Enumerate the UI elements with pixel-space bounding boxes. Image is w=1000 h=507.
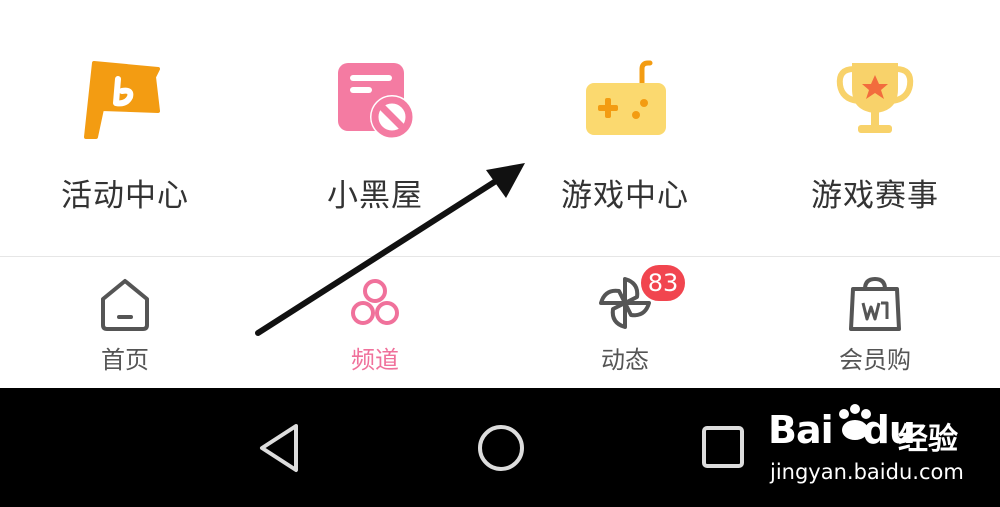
baidu-jingyan-watermark: Bai du 经验 jingyan.baidu.com <box>760 398 990 498</box>
channel-label: 活动中心 <box>61 178 189 214</box>
tab-channels[interactable]: 频道 <box>250 257 500 388</box>
tab-dynamics[interactable]: 83 动态 <box>500 257 750 388</box>
shopping-bag-icon <box>849 276 901 331</box>
notification-badge: 83 <box>639 263 687 303</box>
bottom-tab-bar: 首页 频道 83 动态 会员购 <box>0 257 1000 388</box>
tab-label: 首页 <box>101 346 149 374</box>
tab-home[interactable]: 首页 <box>0 257 250 388</box>
system-navigation-bar: Bai du 经验 jingyan.baidu.com <box>0 388 1000 507</box>
back-triangle-icon[interactable] <box>250 418 310 478</box>
app-screen: 活动中心 小黑屋 游戏中心 游戏赛事 首页 频道 83 动态 会员购 Bai d… <box>0 0 1000 507</box>
channel-label: 小黑屋 <box>327 178 423 214</box>
channel-activity-center[interactable]: 活动中心 <box>0 55 250 225</box>
channel-label: 游戏中心 <box>561 178 689 214</box>
blocked-calendar-icon <box>338 63 414 139</box>
channel-game-events[interactable]: 游戏赛事 <box>750 55 1000 225</box>
tab-member-shop[interactable]: 会员购 <box>750 257 1000 388</box>
channels-icon <box>351 279 399 325</box>
channel-label: 游戏赛事 <box>811 178 939 214</box>
channel-grid: 活动中心 小黑屋 游戏中心 游戏赛事 <box>0 0 1000 256</box>
channel-blacklist-room[interactable]: 小黑屋 <box>250 55 500 225</box>
tab-label: 会员购 <box>839 346 911 374</box>
watermark-product: 经验 <box>898 422 958 457</box>
tab-label: 频道 <box>351 346 399 374</box>
trophy-icon <box>836 63 914 133</box>
home-circle-icon[interactable] <box>471 418 531 478</box>
activity-flag-icon <box>84 61 160 139</box>
paw-logo-icon <box>839 404 871 440</box>
watermark-url: jingyan.baidu.com <box>770 460 964 484</box>
gamepad-icon <box>586 60 666 135</box>
home-icon <box>101 279 149 331</box>
channel-game-center[interactable]: 游戏中心 <box>500 55 750 225</box>
tab-label: 动态 <box>601 346 649 374</box>
recents-square-icon[interactable] <box>694 418 754 478</box>
